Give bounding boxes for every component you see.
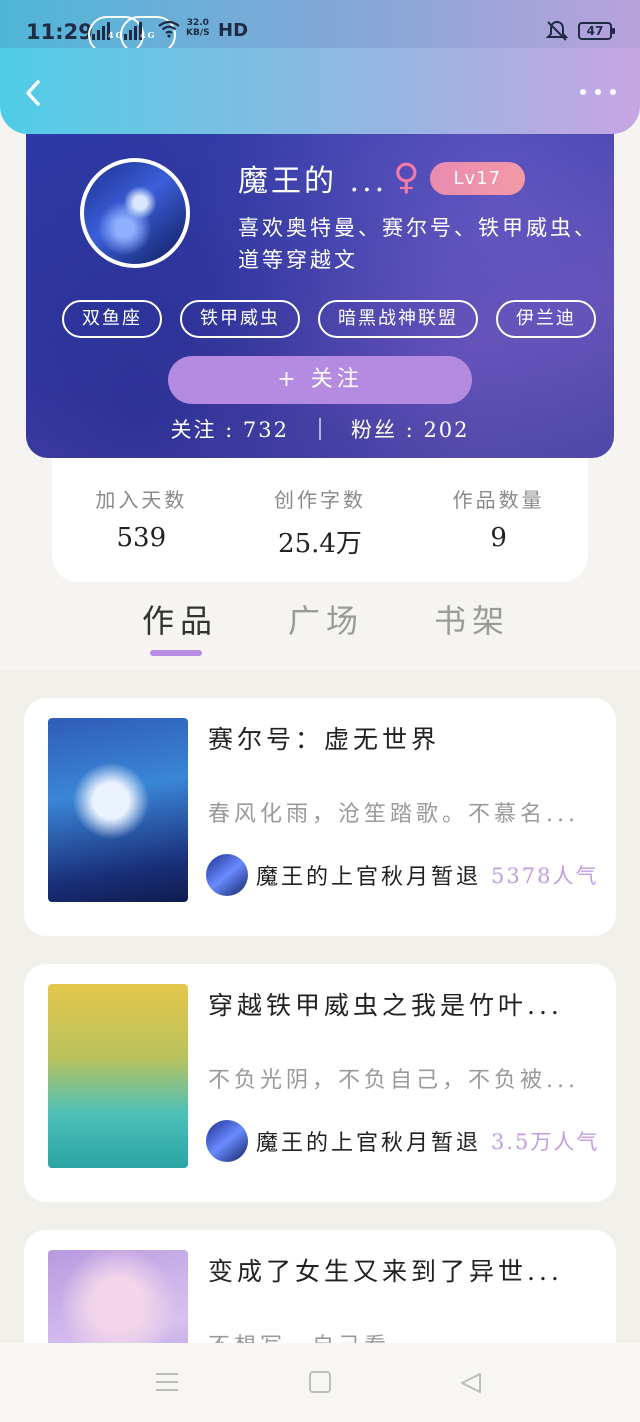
works-count-stat: 作品数量 9 (452, 488, 545, 553)
hd-indicator: HD (218, 20, 249, 41)
follow-button[interactable]: + 关注 (168, 356, 472, 404)
work-card[interactable]: 穿越铁甲威虫之我是竹叶... 不负光阴，不负自己，不负被... 魔王的上官秋月暂… (24, 964, 616, 1202)
work-card[interactable]: 赛尔号：虚无世界 春风化雨，沧笙踏歌。不慕名... 魔王的上官秋月暂退 5378… (24, 698, 616, 936)
author-avatar (206, 1120, 248, 1162)
back-triangle-icon[interactable] (458, 1371, 484, 1395)
following-stat[interactable]: 关注 : 732 (170, 414, 289, 444)
book-cover[interactable] (48, 984, 188, 1168)
more-dots-icon[interactable] (580, 84, 616, 100)
back-chevron-icon[interactable] (20, 78, 46, 108)
status-time: 11:29 (26, 20, 93, 44)
book-cover[interactable] (48, 718, 188, 902)
top-app-bar (0, 48, 640, 134)
stats-divider (319, 418, 321, 440)
work-title[interactable]: 穿越铁甲威虫之我是竹叶... (208, 986, 598, 1022)
word-count-stat: 创作字数 25.4万 (273, 488, 366, 559)
username: 魔王的 ... (238, 164, 388, 199)
tab-bar: 作品 广场 书架 (0, 582, 640, 670)
work-title[interactable]: 变成了女生又来到了异世... (208, 1252, 598, 1288)
work-meta: 魔王的上官秋月暂退 3.5万人气 (206, 1120, 599, 1162)
tab-square[interactable]: 广场 (288, 596, 364, 642)
signal-group: 4G 4G (88, 16, 177, 54)
popularity-count: 5378人气 (491, 864, 599, 888)
join-days-stat: 加入天数 539 (95, 488, 188, 553)
works-list: 赛尔号：虚无世界 春风化雨，沧笙踏歌。不慕名... 魔王的上官秋月暂退 5378… (0, 670, 640, 1422)
tag-chip[interactable]: 铁甲威虫 (180, 300, 300, 338)
author-name: 魔王的上官秋月暂退 (256, 1131, 482, 1156)
avatar[interactable] (80, 158, 190, 268)
level-badge: Lv17 (429, 161, 526, 195)
cell-signal-icon: 4G (120, 16, 177, 54)
profile-bio: 喜欢奥特曼、赛尔号、铁甲威虫、 道等穿越文 (238, 216, 598, 272)
tab-bookshelf[interactable]: 书架 (434, 596, 510, 642)
active-tab-indicator (150, 650, 202, 656)
system-nav-bar (0, 1343, 640, 1422)
work-description: 春风化雨，沧笙踏歌。不慕名... (208, 802, 579, 827)
follow-stats: 关注 : 732 粉丝 : 202 (26, 414, 614, 444)
menu-icon[interactable] (156, 1373, 178, 1391)
network-speed: 32.0 KB/S (186, 18, 210, 38)
tag-chip[interactable]: 暗黑战神联盟 (318, 300, 478, 338)
author-name: 魔王的上官秋月暂退 (256, 865, 482, 890)
home-icon[interactable] (309, 1371, 331, 1393)
fans-stat[interactable]: 粉丝 : 202 (351, 414, 470, 444)
creator-stats-card: 加入天数 539 创作字数 25.4万 作品数量 9 (52, 440, 588, 582)
work-description: 不负光阴，不负自己，不负被... (208, 1068, 579, 1093)
wifi-icon (158, 20, 180, 38)
female-gender-icon: ♀ (393, 157, 420, 198)
interest-tags: 双鱼座 铁甲威虫 暗黑战神联盟 伊兰迪 (62, 300, 596, 338)
battery-icon: 47 (578, 22, 615, 40)
work-meta: 魔王的上官秋月暂退 5378人气 (206, 854, 598, 896)
tag-chip[interactable]: 双鱼座 (62, 300, 162, 338)
profile-hero-card: 魔王的 ... ♀ Lv17 喜欢奥特曼、赛尔号、铁甲威虫、 道等穿越文 双鱼座… (26, 126, 614, 458)
mute-icon (545, 20, 569, 41)
tab-works[interactable]: 作品 (142, 596, 218, 642)
tag-chip[interactable]: 伊兰迪 (496, 300, 596, 338)
popularity-count: 3.5万人气 (491, 1130, 600, 1154)
work-title[interactable]: 赛尔号：虚无世界 (208, 720, 598, 756)
name-row: 魔王的 ... ♀ Lv17 (238, 156, 526, 200)
author-avatar (206, 854, 248, 896)
cell-signal-icon: 4G (88, 16, 145, 54)
